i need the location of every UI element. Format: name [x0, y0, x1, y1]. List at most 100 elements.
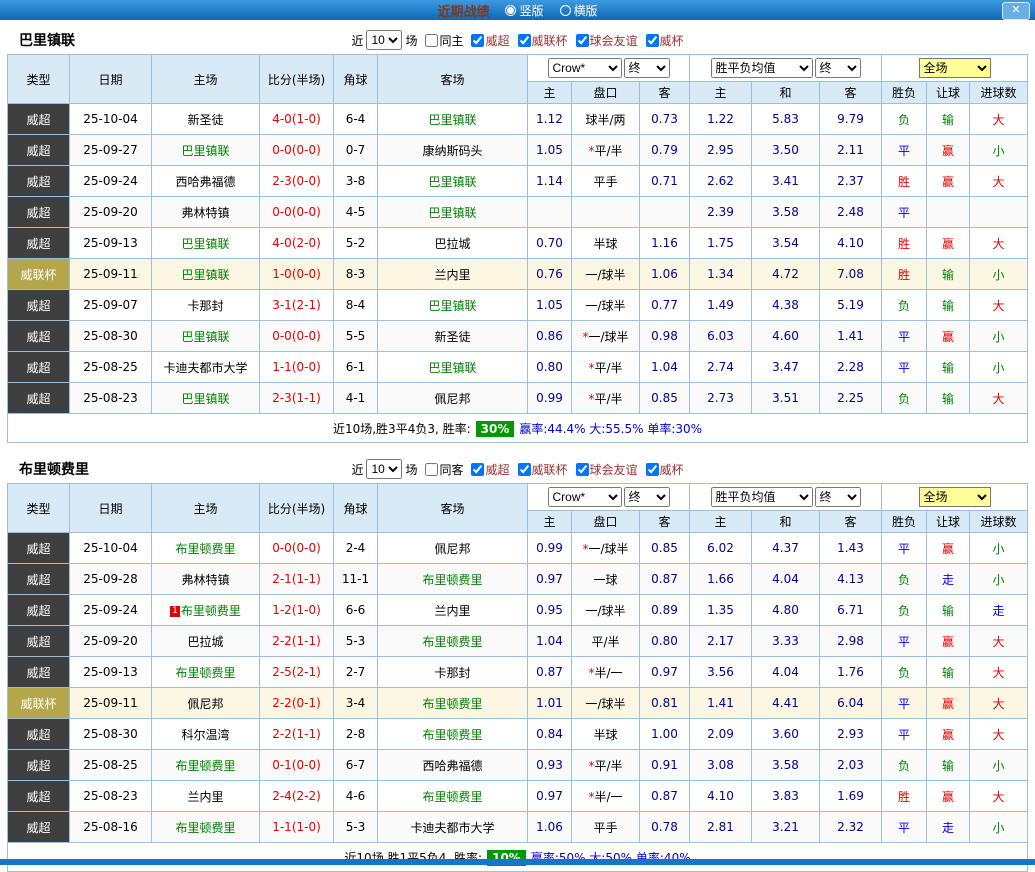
col-type: 类型: [8, 484, 70, 533]
eu-home-odds: 1.22: [690, 104, 752, 135]
filter-recent-label: 近: [351, 32, 363, 49]
goals-result-cell: 大: [970, 290, 1028, 321]
handicap-result-cell: 赢: [927, 781, 970, 812]
score-cell: 2-4(2-2): [260, 781, 334, 812]
match-count-select[interactable]: 10: [366, 30, 402, 50]
final-odds-select[interactable]: 终: [624, 487, 670, 507]
result-cell: 负: [882, 657, 927, 688]
league-checkbox-4-input[interactable]: [646, 463, 659, 476]
corner-cell: 4-1: [334, 383, 378, 414]
ah-line-cell: 一/球半: [572, 290, 640, 321]
avg-odds-select[interactable]: 胜平负均值: [711, 58, 813, 78]
league-checkbox-3[interactable]: 球会友谊: [576, 461, 638, 478]
team-name: 布里顿费里: [19, 459, 89, 479]
radio-icon: [505, 5, 516, 16]
league-label: 球会友谊: [590, 461, 638, 478]
col-ah-home: 主: [528, 82, 572, 104]
close-icon[interactable]: ✕: [1002, 2, 1030, 20]
same-venue-checkbox[interactable]: 同客: [425, 461, 463, 478]
ah-line-cell: *一/球半: [572, 533, 640, 564]
home-team-cell: 卡迪夫都市大学: [152, 352, 260, 383]
corner-cell: 5-3: [334, 812, 378, 843]
handicap-result-cell: 输: [927, 104, 970, 135]
filter-recent-label: 近: [351, 461, 363, 478]
score-cell: 1-2(1-0): [260, 595, 334, 626]
goals-result-cell: 大: [970, 383, 1028, 414]
ah-away-odds: 0.85: [640, 383, 690, 414]
home-team-cell: 弗林特镇: [152, 564, 260, 595]
eu-away-odds: 2.25: [820, 383, 882, 414]
eu-draw-odds: 3.33: [752, 626, 820, 657]
eu-home-odds: 2.74: [690, 352, 752, 383]
eu-away-odds: 2.11: [820, 135, 882, 166]
ah-away-odds: [640, 197, 690, 228]
league-checkbox-4[interactable]: 威杯: [646, 32, 684, 49]
match-scope-select[interactable]: 全场: [919, 58, 991, 78]
eu-home-odds: 2.39: [690, 197, 752, 228]
eu-home-odds: 1.66: [690, 564, 752, 595]
league-checkbox-2-input[interactable]: [518, 463, 531, 476]
col-date: 日期: [70, 55, 152, 104]
league-label: 威杯: [660, 32, 684, 49]
handicap-result-cell: 输: [927, 383, 970, 414]
eu-draw-odds: 5.83: [752, 104, 820, 135]
match-row: 威超25-09-28弗林特镇2-1(1-1)11-1布里顿费里0.97一球0.8…: [8, 564, 1028, 595]
eu-away-odds: 9.79: [820, 104, 882, 135]
league-checkbox-3[interactable]: 球会友谊: [576, 32, 638, 49]
score-cell: 2-3(0-0): [260, 166, 334, 197]
company-select[interactable]: Crow*: [548, 58, 622, 78]
match-scope-select[interactable]: 全场: [919, 487, 991, 507]
same-venue-checkbox[interactable]: 同主: [425, 32, 463, 49]
goals-result-cell: 大: [970, 626, 1028, 657]
col-ah-away: 客: [640, 82, 690, 104]
ah-home-odds: 0.86: [528, 321, 572, 352]
ah-away-odds: 1.16: [640, 228, 690, 259]
filter-bar: 近 10 场 同主 威超 威联杯 球会友谊 威杯: [351, 30, 683, 50]
away-team-cell: 卡迪夫都市大学: [378, 812, 528, 843]
eu-draw-odds: 3.58: [752, 750, 820, 781]
ah-away-odds: 1.06: [640, 259, 690, 290]
handicap-result-cell: 走: [927, 564, 970, 595]
league-checkbox-4-input[interactable]: [646, 34, 659, 47]
league-checkbox-1-input[interactable]: [471, 463, 484, 476]
layout-radio-horizontal[interactable]: 横版: [560, 2, 598, 19]
avg-odds-select[interactable]: 胜平负均值: [711, 487, 813, 507]
league-type-cell: 威超: [8, 197, 70, 228]
league-checkbox-2[interactable]: 威联杯: [518, 32, 568, 49]
company-select[interactable]: Crow*: [548, 487, 622, 507]
eu-away-odds: 4.13: [820, 564, 882, 595]
final-odds-select-2[interactable]: 终: [815, 487, 861, 507]
handicap-result-cell: 输: [927, 595, 970, 626]
date-cell: 25-09-07: [70, 290, 152, 321]
layout-radio-vertical[interactable]: 竖版: [505, 2, 543, 19]
score-cell: 2-2(0-1): [260, 688, 334, 719]
league-checkbox-2-input[interactable]: [518, 34, 531, 47]
home-team-cell: 兰内里: [152, 781, 260, 812]
league-checkbox-1[interactable]: 威超: [471, 461, 509, 478]
league-checkbox-3-input[interactable]: [576, 34, 589, 47]
same-venue-checkbox-input[interactable]: [425, 463, 438, 476]
eu-home-odds: 3.56: [690, 657, 752, 688]
league-label: 威杯: [660, 461, 684, 478]
eu-draw-odds: 3.60: [752, 719, 820, 750]
ah-away-odds: 0.77: [640, 290, 690, 321]
match-count-select[interactable]: 10: [366, 459, 402, 479]
league-checkbox-1[interactable]: 威超: [471, 32, 509, 49]
same-venue-checkbox-input[interactable]: [425, 34, 438, 47]
result-cell: 负: [882, 564, 927, 595]
date-cell: 25-09-13: [70, 228, 152, 259]
league-checkbox-1-input[interactable]: [471, 34, 484, 47]
ah-home-odds: 1.04: [528, 626, 572, 657]
eu-draw-odds: 3.54: [752, 228, 820, 259]
ah-away-odds: 0.71: [640, 166, 690, 197]
league-checkbox-2[interactable]: 威联杯: [518, 461, 568, 478]
league-label: 球会友谊: [590, 32, 638, 49]
score-cell: 0-0(0-0): [260, 321, 334, 352]
date-cell: 25-09-11: [70, 259, 152, 290]
league-checkbox-4[interactable]: 威杯: [646, 461, 684, 478]
final-odds-select[interactable]: 终: [624, 58, 670, 78]
away-team-cell: 兰内里: [378, 595, 528, 626]
win-rate-badge: 30%: [476, 421, 515, 437]
league-checkbox-3-input[interactable]: [576, 463, 589, 476]
final-odds-select-2[interactable]: 终: [815, 58, 861, 78]
